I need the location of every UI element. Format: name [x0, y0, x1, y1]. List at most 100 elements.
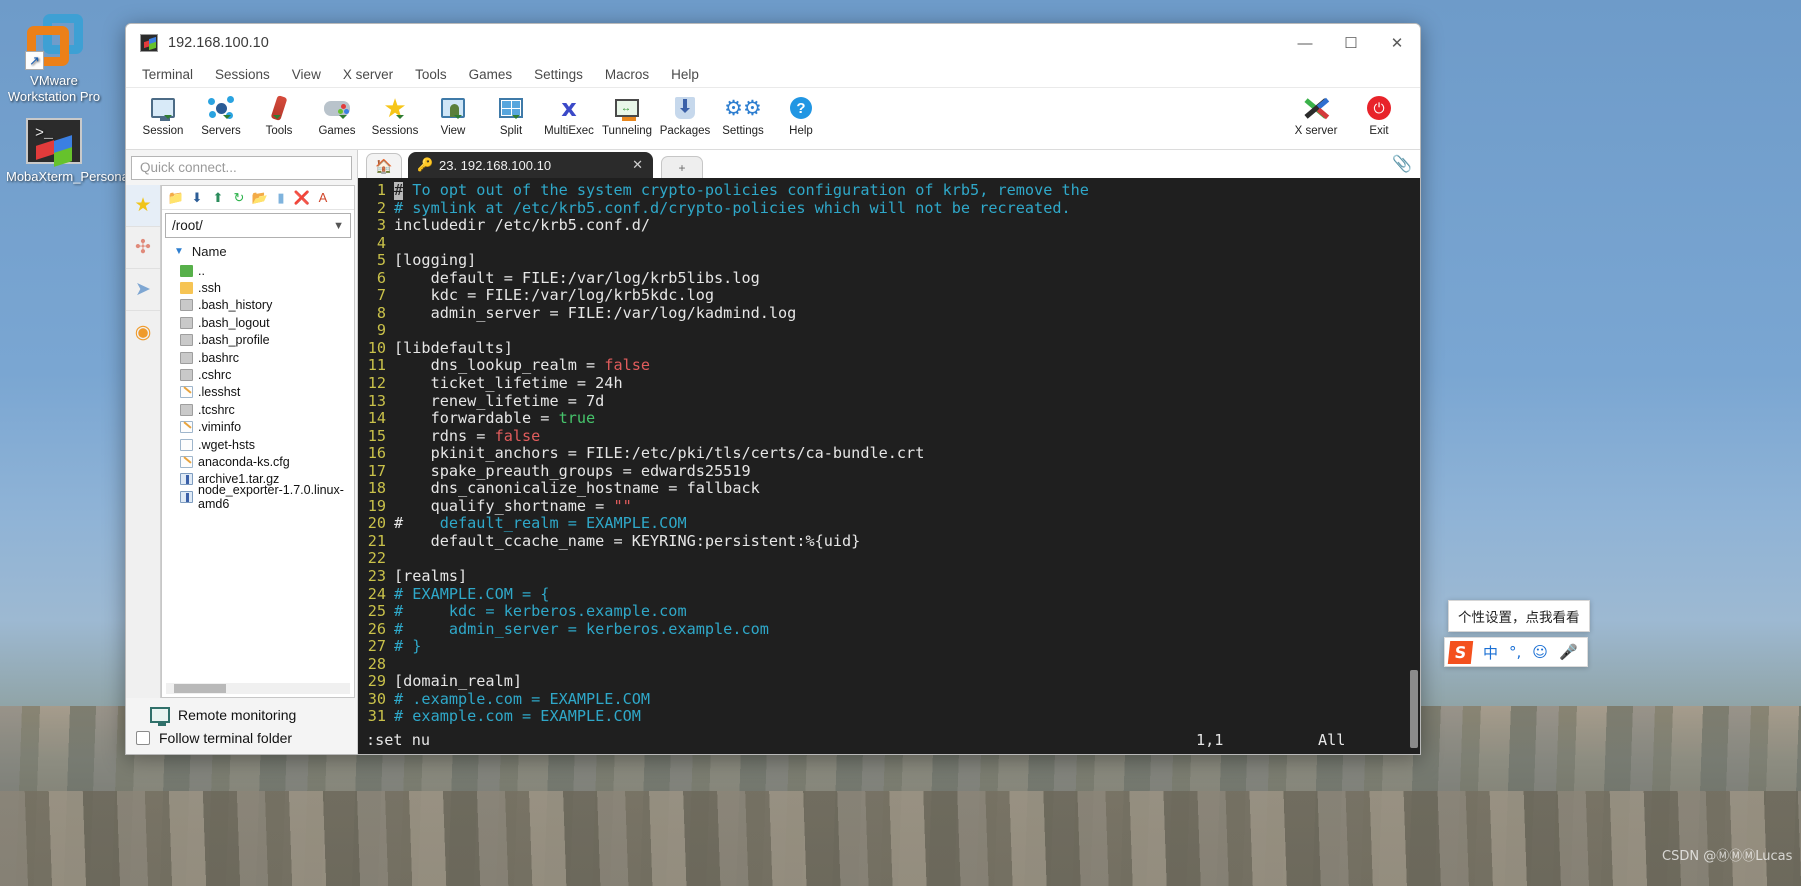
menu-item-settings[interactable]: Settings: [534, 67, 583, 82]
quick-connect-input[interactable]: Quick connect...: [131, 156, 352, 180]
delete-icon[interactable]: ❌: [294, 190, 310, 206]
ime-mode-toggle[interactable]: 中: [1483, 642, 1498, 663]
follow-terminal-folder-row[interactable]: Follow terminal folder: [126, 730, 357, 746]
toolbar-button-sessions[interactable]: ★ Sessions: [366, 93, 424, 137]
close-button[interactable]: ✕: [1374, 24, 1420, 62]
rail-favorites-icon[interactable]: ★: [126, 185, 160, 227]
toolbar-button-games[interactable]: Games: [308, 93, 366, 137]
terminal-scrollbar[interactable]: [1408, 178, 1420, 754]
list-item[interactable]: anaconda-ks.cfg: [180, 453, 354, 470]
toolbar-button-servers[interactable]: Servers: [192, 93, 250, 137]
new-folder-icon[interactable]: 📂: [252, 190, 268, 206]
menu-item-view[interactable]: View: [292, 67, 321, 82]
new-file-icon[interactable]: ▮: [273, 190, 289, 206]
toolbar-button-packages[interactable]: Packages: [656, 93, 714, 137]
list-item[interactable]: .bashrc: [180, 349, 354, 366]
file-browser-toolbar: 📁 ⬇ ⬆ ↻ 📂 ▮ ❌ A: [162, 186, 354, 210]
split-icon: [499, 93, 523, 123]
file-list[interactable]: .. .ssh .bash_history .bash_logout .bash…: [162, 262, 354, 680]
tab-session-192-168-100-10[interactable]: 🔑 23. 192.168.100.10 ✕: [408, 152, 653, 178]
menu-item-sessions[interactable]: Sessions: [215, 67, 270, 82]
upload-icon[interactable]: ⬆: [210, 190, 226, 206]
tab-close-icon[interactable]: ✕: [632, 157, 643, 173]
paperclip-icon[interactable]: 📎: [1392, 154, 1412, 174]
list-item[interactable]: .ssh: [180, 279, 354, 296]
terminal-line: 31 # example.com = EXAMPLE.COM: [358, 708, 1420, 726]
menu-item-help[interactable]: Help: [671, 67, 699, 82]
ime-emoji-icon[interactable]: ☺: [1532, 643, 1548, 661]
rail-sftp-send-icon[interactable]: ➤: [126, 269, 160, 311]
toolbar-button-view[interactable]: View: [424, 93, 482, 137]
list-item[interactable]: .bash_profile: [180, 332, 354, 349]
menu-item-games[interactable]: Games: [469, 67, 513, 82]
toolbar-button-x-server[interactable]: X server: [1284, 93, 1348, 137]
view-icon: [441, 93, 465, 123]
terminal-line-number: 29: [367, 672, 386, 691]
desktop-icon-vmware[interactable]: ↗ VMware Workstation Pro: [6, 12, 102, 106]
file-name: node_exporter-1.7.0.linux-amd6: [198, 482, 344, 511]
desktop-icon-mobaxterm[interactable]: >_ MobaXterm_Personal_2...: [6, 118, 157, 185]
ime-tooltip[interactable]: 个性设置，点我看看: [1448, 600, 1590, 632]
maximize-button[interactable]: ☐: [1328, 24, 1374, 62]
new-tab-button[interactable]: +: [661, 156, 703, 178]
toolbar-button-multiexec[interactable]: x MultiExec: [540, 93, 598, 137]
plain-file-icon: [180, 438, 193, 451]
list-item[interactable]: .bash_logout: [180, 314, 354, 331]
terminal-line: 25 # kdc = kerberos.example.com: [358, 603, 1420, 621]
menu-item-x-server[interactable]: X server: [343, 67, 393, 82]
list-item[interactable]: .wget-hsts: [180, 436, 354, 453]
remote-monitoring-button[interactable]: Remote monitoring: [126, 702, 357, 730]
terminal-text: # admin_server = kerberos.example.com: [394, 619, 769, 638]
file-list-header[interactable]: ▼ Name: [162, 240, 354, 262]
list-item[interactable]: ..: [180, 262, 354, 279]
ime-toolbar: S 中 °, ☺ 🎤: [1444, 637, 1588, 667]
list-item[interactable]: node_exporter-1.7.0.linux-amd6: [180, 483, 354, 511]
minimize-button[interactable]: —: [1282, 24, 1328, 62]
terminal-line: 8 admin_server = FILE:/var/log/kadmind.l…: [358, 304, 1420, 323]
ime-punctuation-toggle[interactable]: °,: [1509, 643, 1521, 661]
toolbar-button-session[interactable]: Session: [134, 93, 192, 137]
terminal-line: 13 renew_lifetime = 7d: [358, 392, 1420, 411]
column-header-name: Name: [191, 243, 227, 259]
follow-terminal-folder-checkbox[interactable]: [136, 731, 150, 745]
window-titlebar[interactable]: 192.168.100.10 — ☐ ✕: [126, 24, 1420, 62]
terminal-line-number: 23: [367, 567, 386, 586]
menu-item-tools[interactable]: Tools: [415, 67, 447, 82]
terminal-line-number: 14: [367, 409, 386, 428]
terminal-line: 2 # symlink at /etc/krb5.conf.d/crypto-po…: [358, 199, 1420, 218]
refresh-icon[interactable]: ↻: [231, 190, 247, 206]
toolbar-button-exit[interactable]: ⏻ Exit: [1350, 93, 1408, 137]
toolbar-button-help[interactable]: ? Help: [772, 93, 830, 137]
terminal-line: 18 dns_canonicalize_hostname = fallback: [358, 480, 1420, 498]
terminal-lines: 1 # To opt out of the system crypto-polic…: [358, 181, 1420, 726]
toolbar-button-settings[interactable]: ⚙⚙ Settings: [714, 93, 772, 138]
power-exit-icon: ⏻: [1367, 93, 1391, 123]
folder-icon: [180, 282, 193, 295]
terminal-output[interactable]: 1 # To opt out of the system crypto-polic…: [358, 178, 1420, 754]
file-list-hscrollbar[interactable]: [166, 683, 350, 694]
terminal-text: kdc = FILE:/var/log/krb5kdc.log: [394, 286, 715, 305]
list-item[interactable]: .viminfo: [180, 419, 354, 436]
text-mode-icon[interactable]: A: [315, 190, 331, 206]
chevron-down-icon[interactable]: ▼: [333, 220, 344, 232]
menu-item-macros[interactable]: Macros: [605, 67, 649, 82]
list-item[interactable]: .bash_history: [180, 297, 354, 314]
toolbar-button-split[interactable]: Split: [482, 93, 540, 137]
list-item[interactable]: .tcshrc: [180, 401, 354, 418]
ime-microphone-icon[interactable]: 🎤: [1559, 643, 1578, 661]
download-icon[interactable]: ⬇: [189, 190, 205, 206]
list-item[interactable]: .lesshst: [180, 384, 354, 401]
terminal-line: 21 default_ccache_name = KEYRING:persist…: [358, 532, 1420, 551]
list-item[interactable]: .cshrc: [180, 366, 354, 383]
sogou-logo-icon[interactable]: S: [1447, 640, 1474, 664]
rail-tools-knife-icon[interactable]: ✣: [126, 227, 160, 269]
follow-terminal-folder-label: Follow terminal folder: [159, 730, 293, 746]
path-field[interactable]: /root/ ▼: [165, 213, 351, 238]
up-folder-icon[interactable]: 📁: [168, 190, 184, 206]
terminal-line: 27 # }: [358, 638, 1420, 656]
rail-globe-icon[interactable]: ◉: [126, 311, 160, 353]
toolbar-button-tools[interactable]: Tools: [250, 93, 308, 137]
home-tab-button[interactable]: 🏠: [366, 153, 402, 178]
toolbar-button-tunneling[interactable]: ↔ Tunneling: [598, 93, 656, 137]
menu-item-terminal[interactable]: Terminal: [142, 67, 193, 82]
